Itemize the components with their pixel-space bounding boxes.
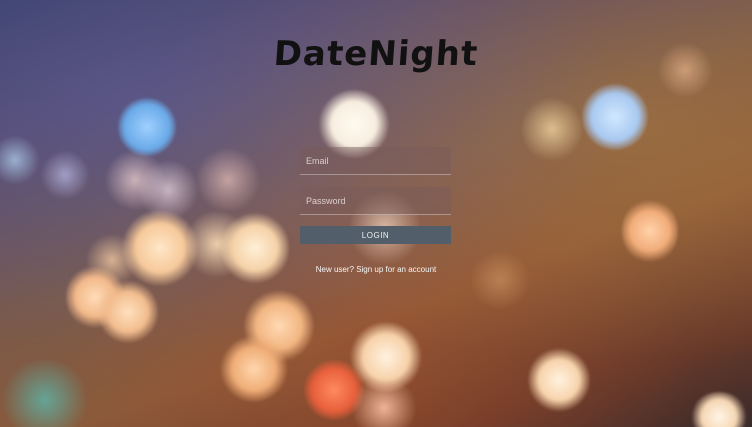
login-form: LOGIN — [300, 147, 451, 244]
signup-link[interactable]: New user? Sign up for an account — [0, 265, 752, 274]
app-logo: DateNight — [272, 34, 480, 74]
login-button[interactable]: LOGIN — [300, 226, 451, 244]
email-field[interactable] — [300, 147, 451, 175]
login-page: DateNight LOGIN New user? Sign up for an… — [0, 0, 752, 427]
password-field[interactable] — [300, 187, 451, 215]
